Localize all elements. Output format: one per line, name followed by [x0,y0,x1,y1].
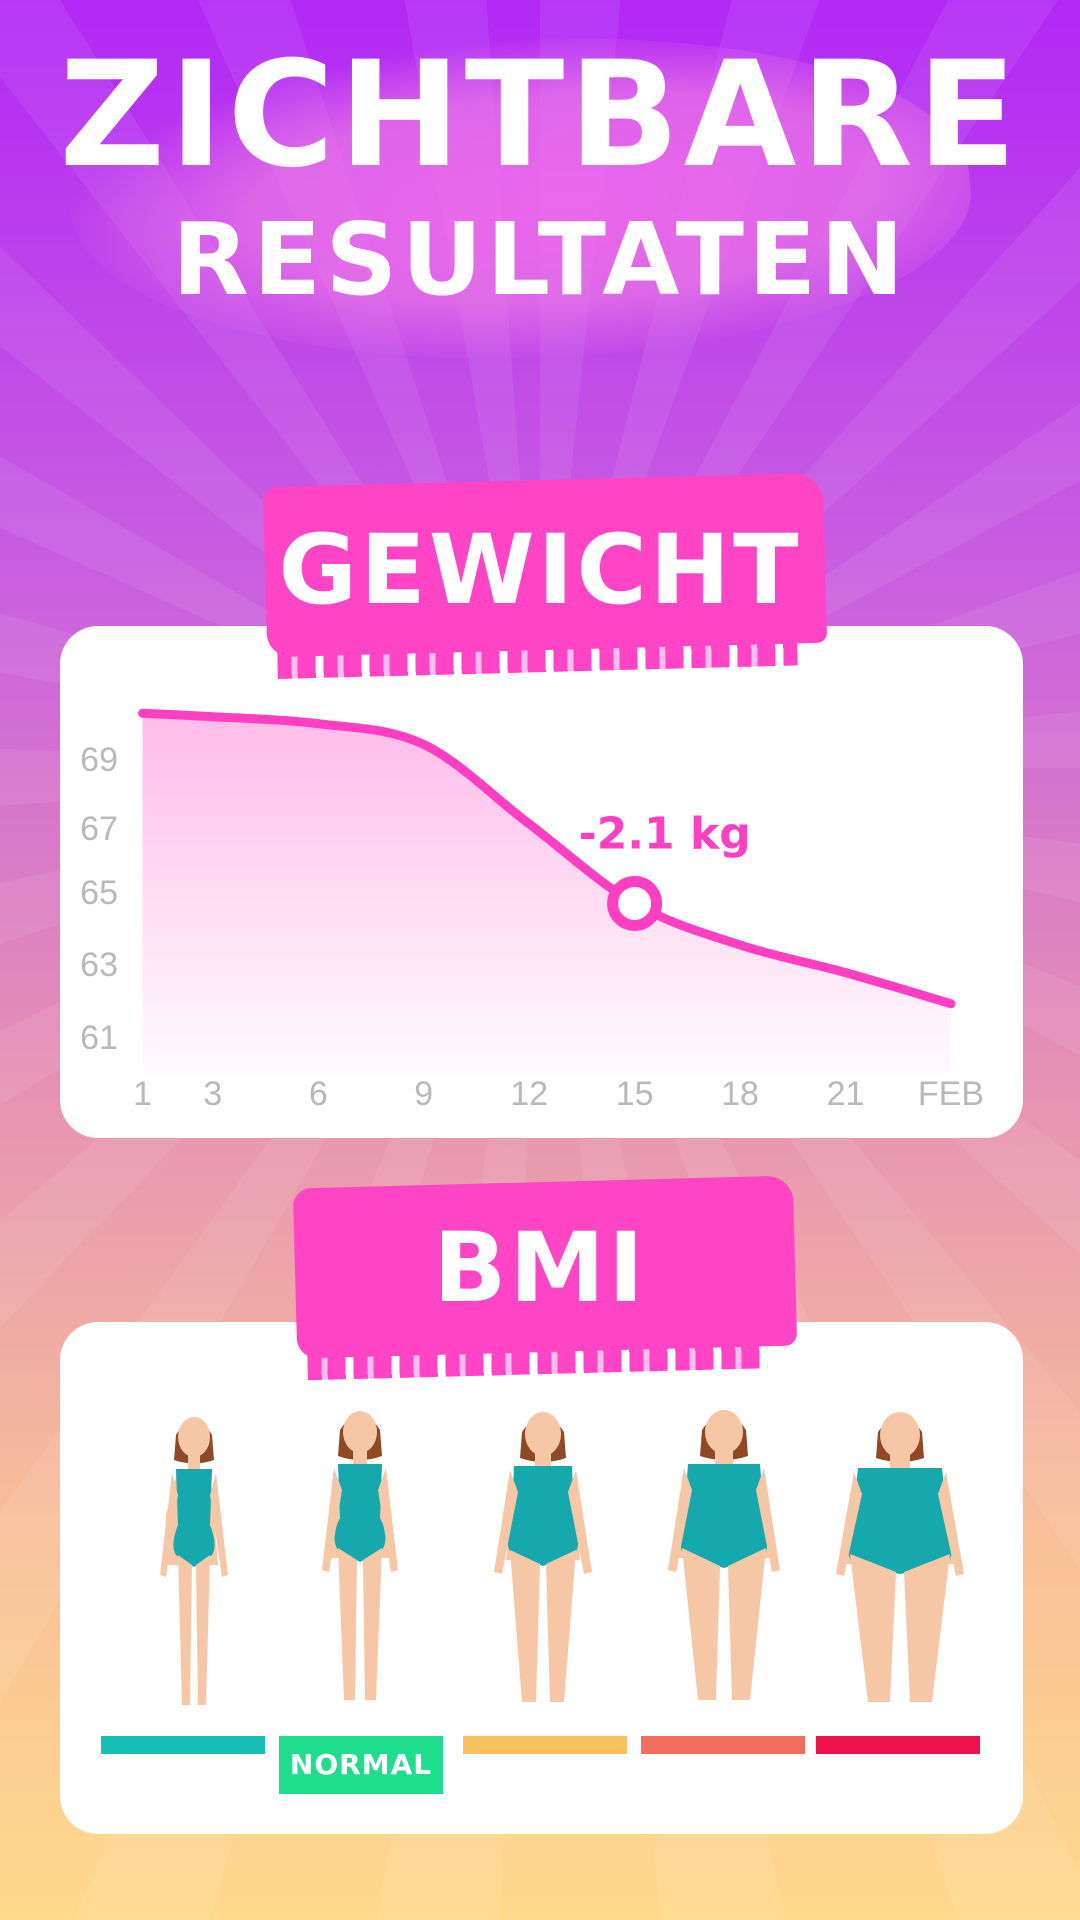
body-normal-icon[interactable] [310,1398,410,1710]
weight-chart-card: 69 67 65 63 61 1 3 6 9 12 15 18 21 FEB -2.1 kg [60,626,1023,1138]
bmi-normal-badge[interactable]: NORMAL [279,1736,443,1794]
weight-point-1 [140,710,146,716]
weight-point-3 [210,714,216,720]
weight-point-9 [421,741,427,747]
bmi-scale-underweight [101,1736,265,1754]
weight-point-6 [315,721,321,727]
bmi-scale-obese [641,1736,805,1754]
x-tick-label: 18 [721,1075,759,1113]
weight-section-title: GEWICHT [278,514,802,626]
current-weight-marker[interactable] [607,875,663,931]
body-very-slim-icon[interactable] [148,1405,240,1715]
bmi-scale-very-obese [816,1736,980,1754]
bmi-scale-overweight [463,1736,627,1754]
weight-area [142,713,951,1074]
weight-point-24 [948,1001,954,1007]
y-tick-label: 69 [80,741,118,779]
y-tick-label: 63 [80,946,118,984]
x-tick-label: 1 [133,1075,152,1113]
bmi-section-title: BMI [433,1212,647,1324]
weight-point-21 [842,970,848,976]
y-tick-label: 67 [80,810,118,848]
body-obese-icon[interactable] [660,1398,788,1710]
weight-point-12 [526,821,532,827]
y-tick-label: 65 [80,874,118,912]
weight-point-18 [737,942,743,948]
x-tick-label: 15 [616,1075,654,1113]
body-overweight-icon[interactable] [484,1400,602,1712]
weight-chart: 6967656361 1 3 6 9 12 15 18 21 FEB -2.1 kg [80,708,984,1113]
page-title-line-2: RESULTATEN [172,201,908,318]
x-tick-label: FEB [918,1075,984,1113]
x-tick-label: 6 [309,1075,328,1113]
x-tick-label: 9 [414,1075,433,1113]
page-title-line-1: ZICHTBARE [59,30,1021,200]
body-very-obese-icon[interactable] [832,1400,968,1712]
x-tick-label: 3 [203,1075,222,1113]
x-tick-label: 12 [510,1075,548,1113]
x-tick-label: 21 [827,1075,865,1113]
y-tick-label: 61 [80,1019,118,1057]
weight-change-label: -2.1 kg [578,808,750,859]
